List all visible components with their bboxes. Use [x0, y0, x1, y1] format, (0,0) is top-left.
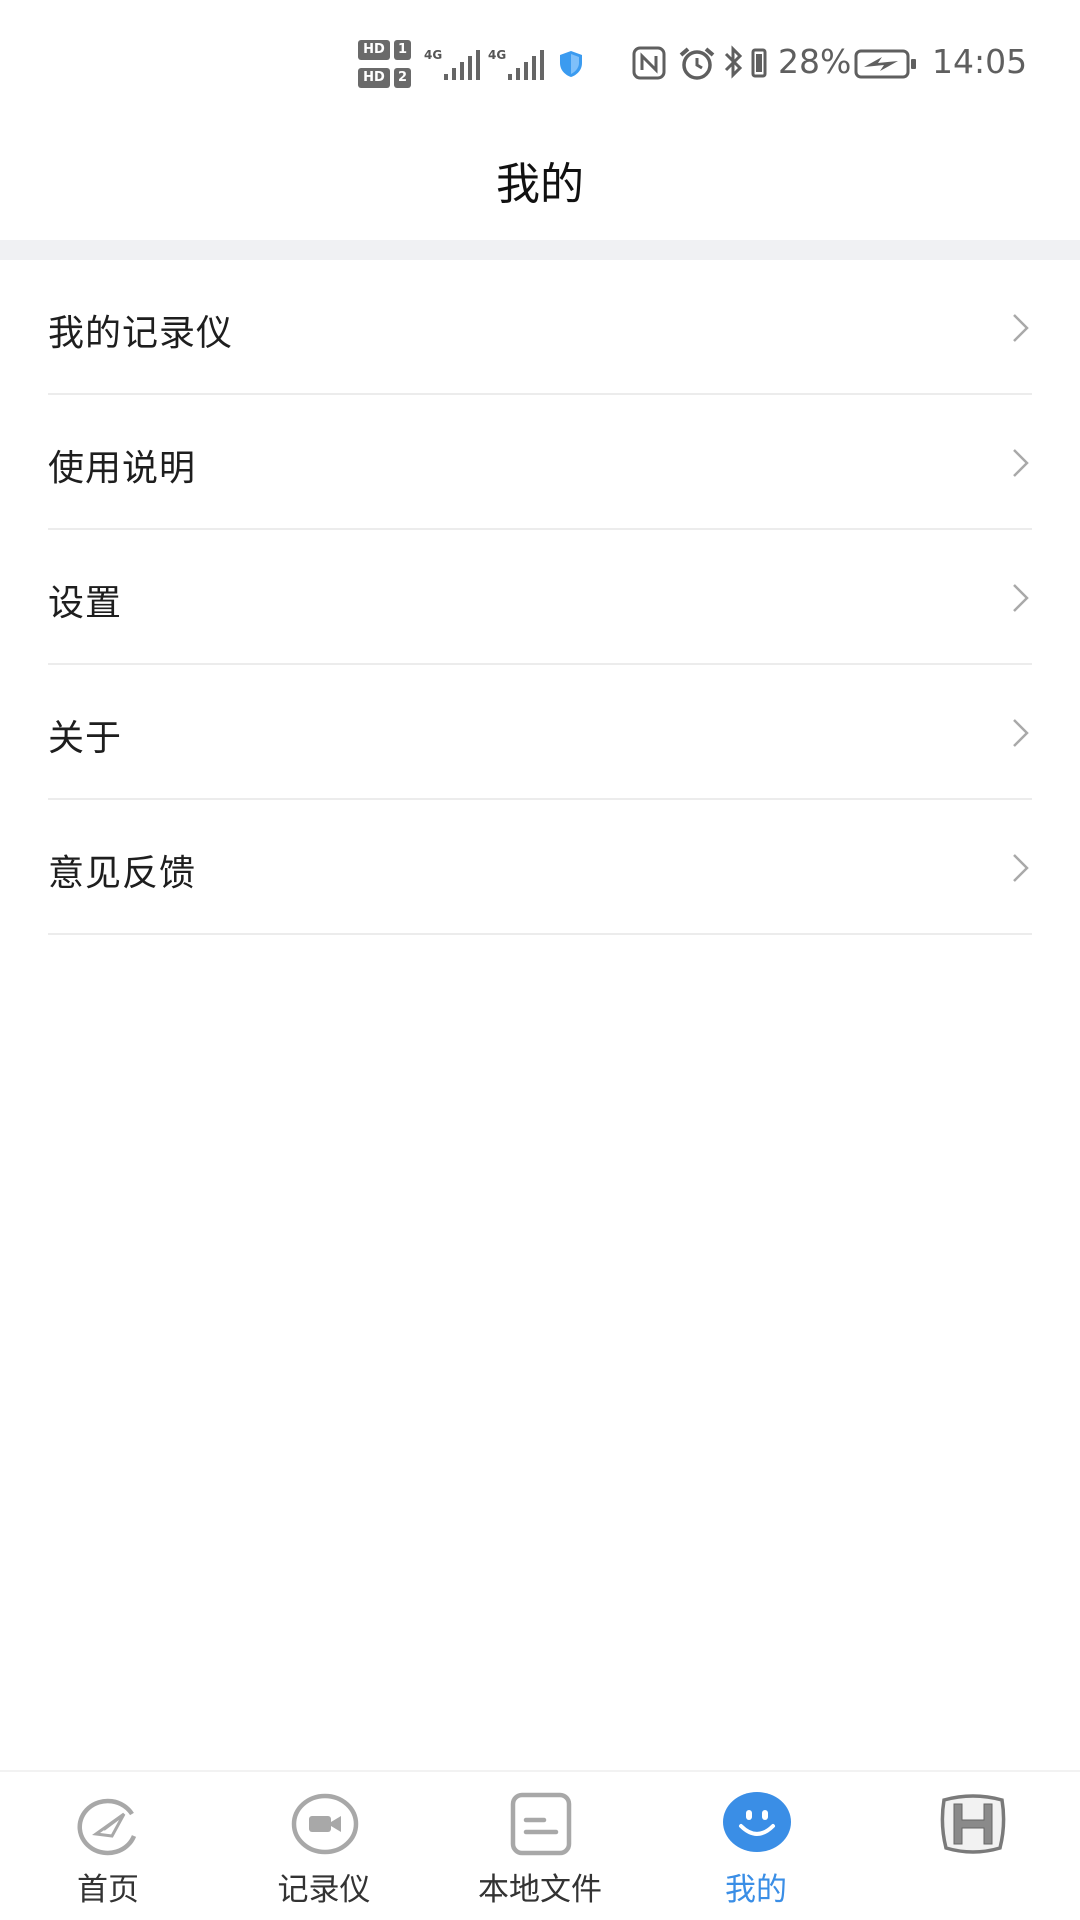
tab-local-files[interactable]: 本地文件 [432, 1772, 648, 1920]
chevron-right-icon [1013, 719, 1029, 747]
tab-label: 记录仪 [277, 1872, 371, 1908]
bluetooth-icon [724, 45, 743, 79]
tab-label: 我的 [725, 1872, 787, 1908]
title-bar: 我的 [0, 120, 1080, 240]
clock: 14:05 [932, 42, 1028, 81]
status-bar: HD 1 HD 2 4G 4G 28% 14:05 [0, 0, 1080, 120]
hd-icon: HD 1 HD 2 [358, 38, 414, 94]
battery-percent: 28% [778, 42, 852, 81]
smiley-icon [723, 1792, 791, 1852]
vibrate-icon [751, 48, 767, 78]
menu-item-instructions[interactable]: 使用说明 [0, 395, 1080, 530]
hd2-num: 2 [394, 68, 411, 88]
menu-item-settings[interactable]: 设置 [0, 530, 1080, 665]
tab-label: 本地文件 [478, 1872, 602, 1908]
bottom-tab-bar: 首页 记录仪 本地文件 我的 [0, 1770, 1080, 1920]
tab-mine[interactable]: 我的 [648, 1772, 864, 1920]
hd1-num: 1 [394, 40, 411, 60]
shield-icon [560, 51, 582, 77]
chevron-right-icon [1013, 854, 1029, 882]
menu-item-my-recorder[interactable]: 我的记录仪 [0, 260, 1080, 395]
signal2-tag: 4G [488, 48, 507, 62]
tab-honda[interactable] [864, 1772, 1080, 1920]
menu-item-label: 使用说明 [48, 448, 197, 489]
menu-item-about[interactable]: 关于 [0, 665, 1080, 800]
chevron-right-icon [1013, 314, 1029, 342]
video-camera-icon [291, 1793, 359, 1855]
hd2-label: HD [358, 68, 390, 88]
battery-charging-icon [854, 49, 916, 79]
menu-item-label: 我的记录仪 [48, 313, 234, 354]
menu-list: 我的记录仪 使用说明 设置 关于 意见反馈 [0, 260, 1080, 935]
menu-item-label: 意见反馈 [48, 853, 197, 894]
honda-logo-icon [940, 1794, 1006, 1854]
signal-icon-2: 4G [488, 44, 550, 82]
tab-home[interactable]: 首页 [0, 1772, 216, 1920]
app-screen: HD 1 HD 2 4G 4G 28% 14:05 我的 我的记录仪 使用说明 … [0, 0, 1080, 1920]
menu-item-label: 设置 [48, 583, 123, 624]
menu-item-label: 关于 [48, 718, 123, 759]
signal-icon: 4G [424, 44, 486, 82]
menu-item-feedback[interactable]: 意见反馈 [0, 800, 1080, 935]
file-icon [510, 1792, 572, 1856]
tab-recorder[interactable]: 记录仪 [216, 1772, 432, 1920]
header-divider [0, 240, 1080, 260]
tab-label: 首页 [77, 1872, 139, 1908]
chevron-right-icon [1013, 584, 1029, 612]
list-divider [48, 933, 1032, 935]
compass-icon [77, 1798, 137, 1856]
chevron-right-icon [1013, 449, 1029, 477]
nfc-icon [632, 46, 666, 80]
alarm-icon [679, 47, 715, 80]
signal1-tag: 4G [424, 48, 443, 62]
page-title: 我的 [496, 159, 584, 210]
hd1-label: HD [358, 40, 390, 60]
